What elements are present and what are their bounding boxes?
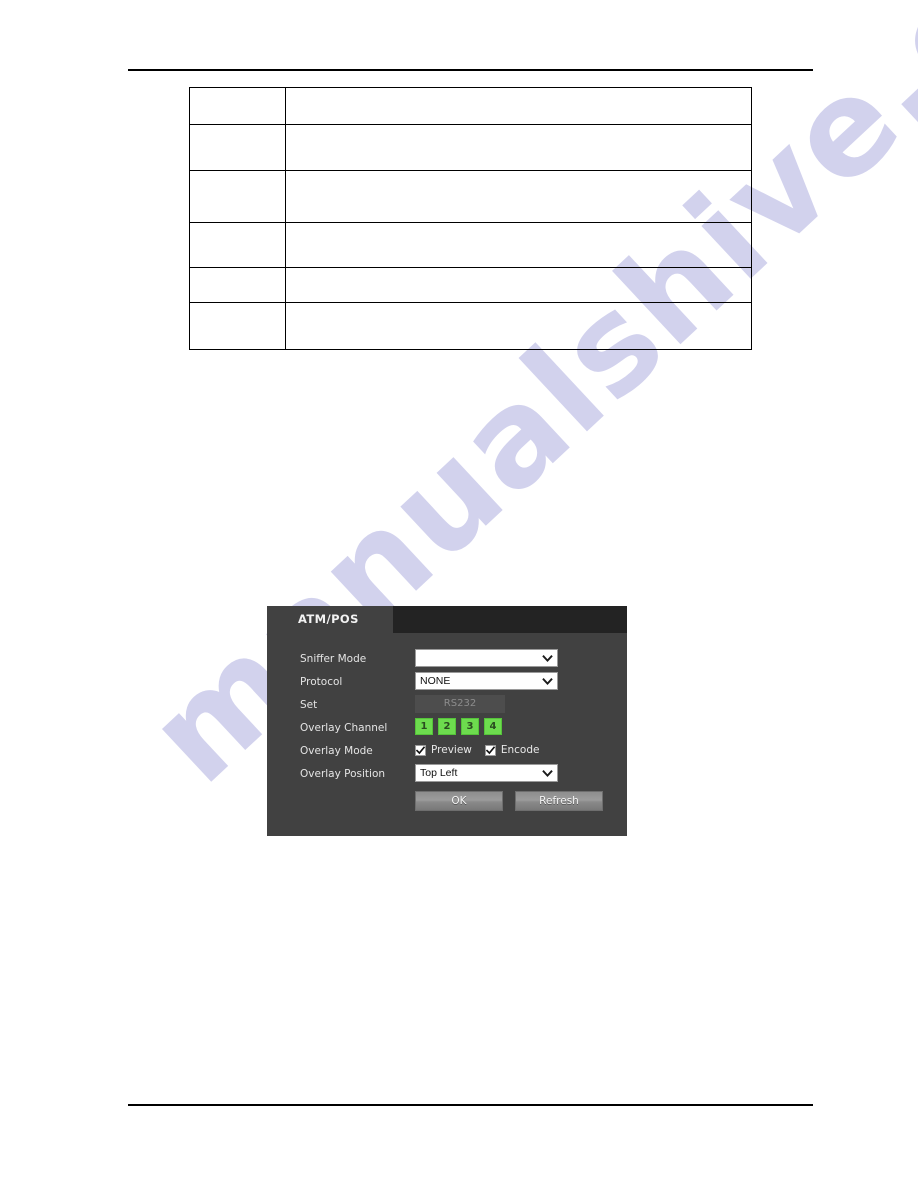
form-row-overlay-mode: Overlay Mode Preview Encode: [267, 741, 627, 761]
overlay-position-value: Top Left: [420, 767, 458, 779]
overlay-mode-field: Preview Encode: [415, 741, 540, 759]
overlay-position-field: Top Left: [415, 764, 558, 782]
table-row: [189, 87, 753, 125]
atm-pos-dialog: ATM/POS Sniffer Mode Protocol NONE Set R…: [267, 606, 627, 836]
table-row: [189, 222, 753, 268]
overlay-position-select[interactable]: Top Left: [415, 764, 558, 782]
table-cell-description: [284, 87, 753, 125]
form-row-sniffer-mode: Sniffer Mode: [267, 649, 627, 669]
form-row-protocol: Protocol NONE: [267, 672, 627, 692]
overlay-mode-label: Overlay Mode: [300, 745, 373, 757]
table-cell-label: [189, 222, 286, 268]
preview-checkbox-label: Preview: [431, 744, 472, 756]
chevron-down-icon: [542, 768, 553, 779]
table-row: [189, 124, 753, 171]
overlay-channel-field: 1 2 3 4: [415, 718, 502, 735]
set-field: RS232: [415, 695, 505, 713]
manual-page: manualshive.com ATM/POS Sniffer Mode Pro…: [0, 0, 918, 1188]
table-cell-label: [189, 124, 286, 171]
table-cell-description: [284, 267, 753, 303]
refresh-button[interactable]: Refresh: [515, 791, 603, 811]
table-cell-label: [189, 302, 286, 350]
encode-checkbox-item[interactable]: Encode: [484, 744, 540, 756]
rs232-button[interactable]: RS232: [415, 695, 505, 713]
protocol-value: NONE: [420, 675, 451, 687]
channel-chip[interactable]: 1: [415, 718, 433, 735]
dialog-action-row: OK Refresh: [415, 791, 603, 813]
table-row: [189, 267, 753, 303]
dialog-body: Sniffer Mode Protocol NONE Set RS232 Ove…: [267, 633, 627, 836]
set-label: Set: [300, 699, 318, 711]
dialog-titlebar: ATM/POS: [267, 606, 627, 633]
channel-chip[interactable]: 4: [484, 718, 502, 735]
preview-checkbox-item[interactable]: Preview: [415, 744, 472, 756]
checkbox-checked-icon[interactable]: [484, 744, 496, 756]
table-cell-description: [284, 170, 753, 223]
specification-table: [189, 87, 753, 350]
page-header-rule: [128, 69, 813, 71]
chevron-down-icon: [542, 653, 553, 664]
ok-button[interactable]: OK: [415, 791, 503, 811]
channel-chip[interactable]: 2: [438, 718, 456, 735]
table-cell-label: [189, 267, 286, 303]
chevron-down-icon: [542, 676, 553, 687]
table-cell-description: [284, 222, 753, 268]
encode-checkbox-label: Encode: [500, 744, 540, 756]
overlay-position-label: Overlay Position: [300, 768, 386, 780]
table-cell-description: [284, 124, 753, 171]
table-cell-label: [189, 87, 286, 125]
sniffer-mode-field: [415, 649, 558, 667]
sniffer-mode-select[interactable]: [415, 649, 558, 667]
overlay-mode-options: Preview Encode: [415, 741, 540, 759]
dialog-title: ATM/POS: [298, 612, 359, 626]
table-row: [189, 302, 753, 350]
dialog-tabstrip: [393, 606, 627, 633]
form-row-set: Set RS232: [267, 695, 627, 715]
sniffer-mode-label: Sniffer Mode: [300, 653, 367, 665]
checkbox-checked-icon[interactable]: [415, 744, 426, 756]
form-row-overlay-channel: Overlay Channel 1 2 3 4: [267, 718, 627, 738]
table-cell-label: [189, 170, 286, 223]
protocol-field: NONE: [415, 672, 558, 690]
table-row: [189, 170, 753, 223]
sniffer-mode-value: [420, 650, 535, 666]
protocol-select[interactable]: NONE: [415, 672, 558, 690]
overlay-channel-label: Overlay Channel: [300, 722, 388, 734]
channel-chip-list: 1 2 3 4: [415, 718, 502, 735]
page-footer-rule: [128, 1104, 813, 1106]
table-cell-description: [284, 302, 753, 350]
protocol-label: Protocol: [300, 676, 343, 688]
channel-chip[interactable]: 3: [461, 718, 479, 735]
form-row-overlay-position: Overlay Position Top Left: [267, 764, 627, 784]
